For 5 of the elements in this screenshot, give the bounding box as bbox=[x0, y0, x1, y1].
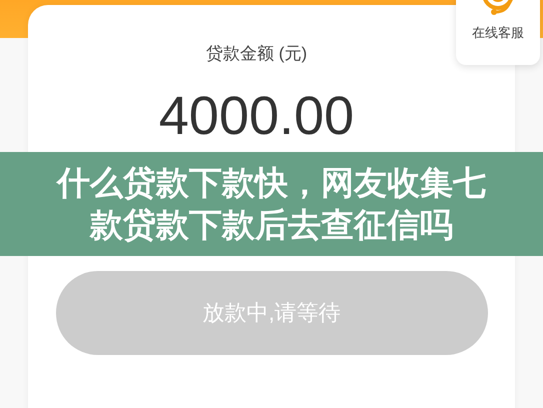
amount-label: 贷款金额 (元) bbox=[206, 43, 308, 65]
loan-amount: 4000.00 bbox=[158, 88, 354, 142]
customer-service-label: 在线客服 bbox=[472, 24, 524, 42]
customer-service-widget[interactable]: 在线客服 bbox=[456, 0, 540, 65]
banner-title: 什么贷款下款快，网友收集七款贷款下款后去查征信吗 bbox=[55, 163, 487, 245]
